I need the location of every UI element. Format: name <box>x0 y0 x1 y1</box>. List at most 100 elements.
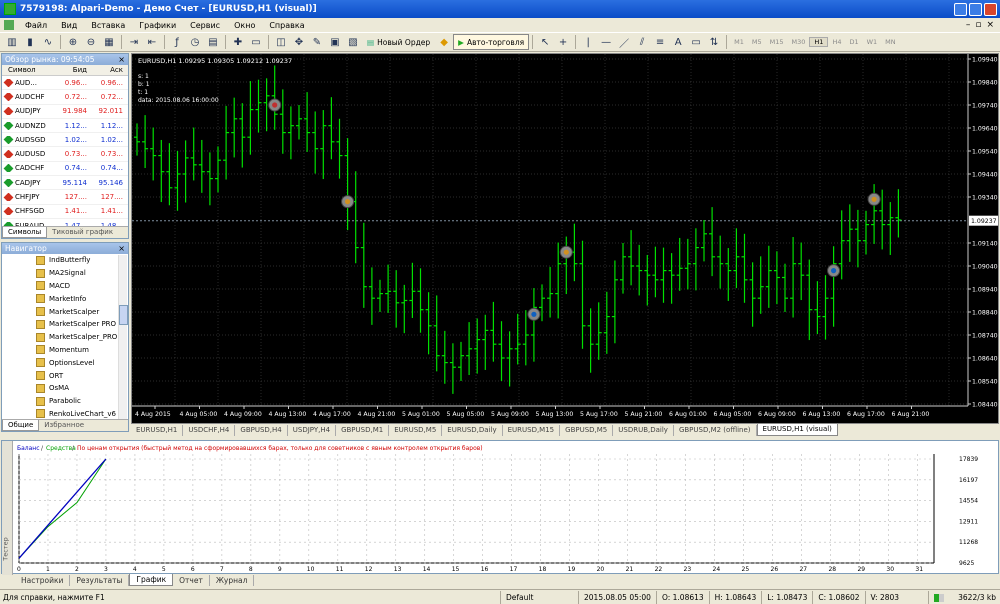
navigator-scroll-thumb[interactable] <box>119 305 128 325</box>
price-chart[interactable]: 1.09940 1.09840 1.09740 1.09640 1.09540 1.094… <box>132 54 998 423</box>
child-close-icon[interactable]: × <box>986 20 994 30</box>
tile-windows-icon[interactable]: ▦ <box>101 34 117 50</box>
tab-graph[interactable]: График <box>129 574 174 586</box>
tab-symbols[interactable]: Символы <box>2 227 48 238</box>
line-chart-icon[interactable]: ∿ <box>40 34 56 50</box>
chart-tab[interactable]: GBPUSD,M1 <box>336 424 390 436</box>
tab-tick-chart[interactable]: Тиковый график <box>47 227 118 238</box>
trendline-icon[interactable]: ／ <box>616 34 632 50</box>
chart-tab[interactable]: GBPUSD,M2 (offline) <box>674 424 757 436</box>
child-minimize-icon[interactable]: – <box>966 20 971 30</box>
chart-tab[interactable]: EURUSD,Daily <box>442 424 503 436</box>
periods-icon[interactable]: ◷ <box>187 34 203 50</box>
price-chart-window[interactable]: 1.09940 1.09840 1.09740 1.09640 1.09540 1.094… <box>131 53 999 424</box>
market-watch-row[interactable]: AUDCHF 0.72... 0.72... <box>2 90 128 105</box>
tab-report[interactable]: Отчет <box>173 574 210 586</box>
tf-m5[interactable]: M5 <box>748 38 766 46</box>
tester-graph[interactable]: Баланс / Средства / По ценам открытия (б… <box>14 441 998 575</box>
chart-tab[interactable]: GBPUSD,M5 <box>560 424 614 436</box>
chart-tab[interactable]: GBPUSD,H4 <box>235 424 288 436</box>
navigator-item[interactable]: ORT <box>2 369 128 382</box>
navigator-item[interactable]: Momentum <box>2 344 128 357</box>
market-watch-row[interactable]: CADCHF 0.74... 0.74... <box>2 162 128 177</box>
navigator-item[interactable]: MarketScalper_PRO <box>2 331 128 344</box>
indicators-icon[interactable]: ƒ <box>169 34 185 50</box>
tab-journal[interactable]: Журнал <box>210 574 255 586</box>
candle-chart-icon[interactable]: ▮ <box>22 34 38 50</box>
maximize-button[interactable] <box>969 2 982 16</box>
tf-h4[interactable]: H4 <box>828 38 845 46</box>
autotrading-button[interactable]: ▶ Авто-торговля <box>453 34 530 50</box>
menu-tools[interactable]: Сервис <box>183 21 227 30</box>
data-window-icon[interactable]: ✎ <box>309 34 325 50</box>
expert-icon[interactable]: ◆ <box>436 34 452 50</box>
chart-tab[interactable]: EURUSD,H1 (visual) <box>756 424 838 436</box>
chart-tab[interactable]: USDRUB,Daily <box>613 424 674 436</box>
navigator-scrollbar[interactable] <box>118 255 128 420</box>
fibo-icon[interactable]: ≡ <box>652 34 668 50</box>
horizontal-line-icon[interactable]: — <box>598 34 614 50</box>
close-button[interactable] <box>984 2 997 16</box>
new-order-button[interactable]: ▤ Новый Ордер <box>362 34 435 50</box>
crosshair-icon[interactable]: + <box>555 34 571 50</box>
col-symbol[interactable]: Символ <box>2 66 54 74</box>
chart-tab[interactable]: EURUSD,M15 <box>503 424 561 436</box>
chart-tab[interactable]: USDJPY,H4 <box>288 424 337 436</box>
menu-help[interactable]: Справка <box>262 21 311 30</box>
navigator-item[interactable]: MACD <box>2 280 128 293</box>
zoom-out-icon[interactable]: ⊖ <box>83 34 99 50</box>
navigator-item[interactable]: OsMA <box>2 382 128 395</box>
market-watch-icon[interactable]: ◫ <box>273 34 289 50</box>
tf-d1[interactable]: D1 <box>845 38 862 46</box>
new-chart-icon[interactable]: ✚ <box>230 34 246 50</box>
market-watch-row[interactable]: CHFJPY 127.... 127.... <box>2 190 128 205</box>
menu-window[interactable]: Окно <box>227 21 262 30</box>
navigator-item[interactable]: MarketScalper PRO <box>2 318 128 331</box>
market-watch-row[interactable]: CADJPY 95.114 95.146 <box>2 176 128 191</box>
tf-mn[interactable]: MN <box>881 38 899 46</box>
label-tool-icon[interactable]: ▭ <box>688 34 704 50</box>
tf-m15[interactable]: M15 <box>766 38 788 46</box>
market-watch-row[interactable]: AUD... 0.96... 0.96... <box>2 76 128 91</box>
menu-insert[interactable]: Вставка <box>84 21 132 30</box>
navigator-close-icon[interactable]: × <box>118 244 125 253</box>
text-tool-icon[interactable]: A <box>670 34 686 50</box>
arrows-tool-icon[interactable]: ⇅ <box>706 34 722 50</box>
navigator-item[interactable]: MA2Signal <box>2 267 128 280</box>
navigator-item[interactable]: Parabolic <box>2 395 128 408</box>
tab-settings[interactable]: Настройки <box>15 574 71 586</box>
channel-icon[interactable]: ⫽ <box>634 34 650 50</box>
col-bid[interactable]: Бид <box>54 66 90 74</box>
navigator-item[interactable]: MarketScalper <box>2 305 128 318</box>
navigator-item[interactable]: IndButterfly <box>2 254 128 267</box>
tf-m30[interactable]: M30 <box>788 38 810 46</box>
chart-shift-icon[interactable]: ⇤ <box>144 34 160 50</box>
market-watch-row[interactable]: AUDNZD 1.12... 1.12... <box>2 119 128 134</box>
market-watch-row[interactable]: AUDJPY 91.984 92.011 <box>2 105 128 119</box>
col-ask[interactable]: Аск <box>90 66 126 74</box>
navigator-icon[interactable]: ✥ <box>291 34 307 50</box>
bar-chart-icon[interactable]: ▥ <box>4 34 20 50</box>
market-watch-row[interactable]: AUDSGD 1.02... 1.02... <box>2 133 128 148</box>
market-watch-row[interactable]: AUDUSD 0.73... 0.73... <box>2 147 128 162</box>
tab-common[interactable]: Общие <box>2 420 40 431</box>
terminal-icon[interactable]: ▣ <box>327 34 343 50</box>
menu-charts[interactable]: Графики <box>132 21 183 30</box>
menu-file[interactable]: Файл <box>18 21 54 30</box>
tf-m1[interactable]: M1 <box>730 38 748 46</box>
autoscroll-icon[interactable]: ⇥ <box>126 34 142 50</box>
profiles-icon[interactable]: ▭ <box>248 34 264 50</box>
menu-view[interactable]: Вид <box>54 21 84 30</box>
cursor-icon[interactable]: ↖ <box>537 34 553 50</box>
tab-favorites[interactable]: Избранное <box>39 420 89 431</box>
market-watch-close-icon[interactable]: × <box>118 55 125 64</box>
chart-tab[interactable]: USDCHF,H4 <box>183 424 236 436</box>
tester-icon[interactable]: ▧ <box>345 34 361 50</box>
minimize-button[interactable] <box>954 2 967 16</box>
navigator-item[interactable]: OptionsLevel <box>2 356 128 369</box>
child-restore-icon[interactable]: ▫ <box>975 20 981 30</box>
tf-w1[interactable]: W1 <box>863 38 882 46</box>
market-watch-row[interactable]: CHFSGD 1.41... 1.41... <box>2 205 128 219</box>
chart-tab[interactable]: EURUSD,H1 <box>131 424 184 436</box>
tf-h1[interactable]: H1 <box>809 37 829 47</box>
